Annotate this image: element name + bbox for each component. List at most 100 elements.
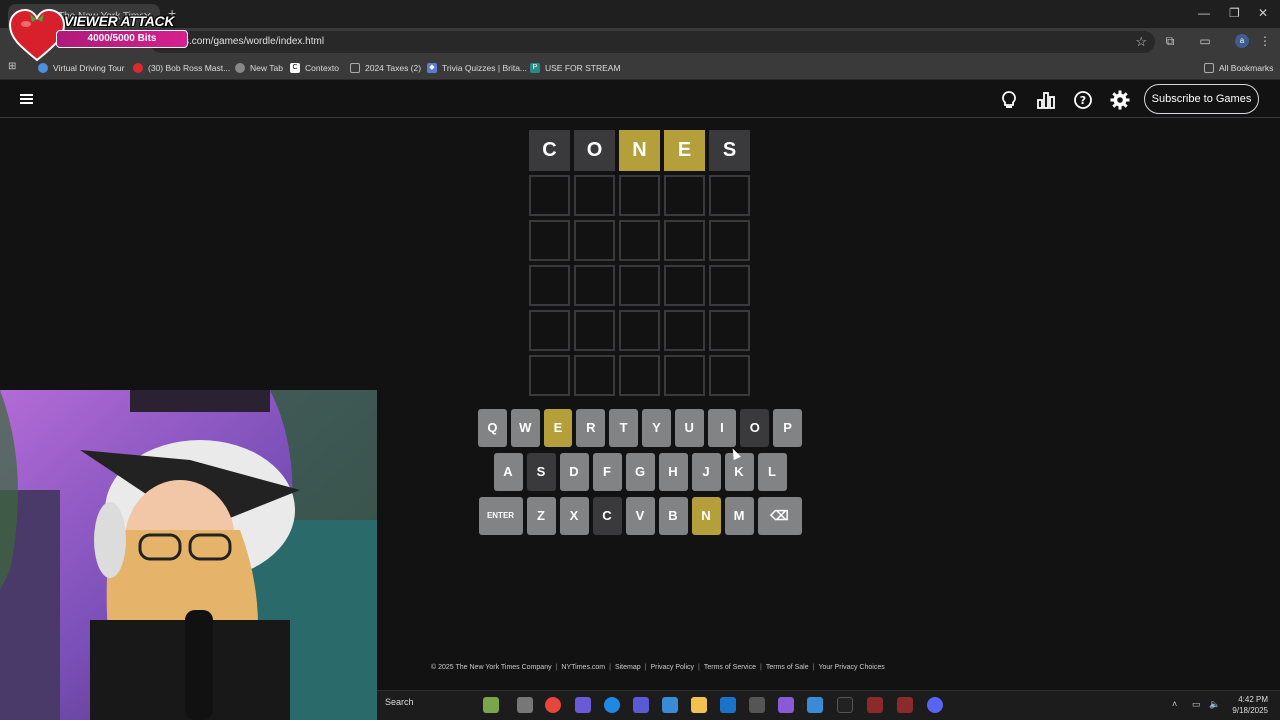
settings-gear-icon[interactable] bbox=[1110, 90, 1130, 110]
taskbar-search[interactable]: Search bbox=[385, 697, 414, 707]
globe-icon bbox=[38, 63, 48, 73]
key-e[interactable]: E bbox=[543, 409, 573, 447]
key-k[interactable]: K bbox=[724, 453, 754, 491]
key-l[interactable]: L bbox=[757, 453, 787, 491]
capcut-icon[interactable] bbox=[837, 697, 853, 713]
key-m[interactable]: M bbox=[724, 497, 754, 535]
board-row bbox=[529, 310, 750, 351]
key-d[interactable]: D bbox=[559, 453, 589, 491]
board-tile bbox=[529, 355, 570, 396]
edge-icon[interactable] bbox=[604, 697, 620, 713]
key-i[interactable]: I bbox=[707, 409, 737, 447]
discord-icon[interactable] bbox=[927, 697, 943, 713]
board-tile bbox=[574, 265, 615, 306]
britannica-icon: ◆ bbox=[427, 63, 437, 73]
tray-chevron-icon[interactable]: ˄ bbox=[1172, 699, 1177, 709]
key-j[interactable]: J bbox=[691, 453, 721, 491]
bookmarks-bar: Virtual Driving Tour (30) Bob Ross Mast.… bbox=[0, 56, 1280, 80]
volume-icon[interactable]: 🔈 bbox=[1209, 699, 1220, 710]
key-g[interactable]: G bbox=[625, 453, 655, 491]
key-p[interactable]: P bbox=[773, 409, 802, 447]
stats-icon[interactable] bbox=[1036, 90, 1056, 110]
bookmark-2[interactable]: (30) Bob Ross Mast... bbox=[133, 60, 230, 76]
key-a[interactable]: A bbox=[493, 453, 523, 491]
file-explorer-icon[interactable] bbox=[691, 697, 707, 713]
footer-link[interactable]: Sitemap bbox=[615, 664, 641, 671]
bookmark-6[interactable]: ◆ Trivia Quizzes | Brita... bbox=[427, 60, 527, 76]
subscribe-button[interactable]: Subscribe to Games bbox=[1144, 84, 1259, 114]
key-w[interactable]: W bbox=[510, 409, 540, 447]
keyboard-row: ENTER Z X C V B N M ⌫ bbox=[478, 497, 802, 535]
key-t[interactable]: T bbox=[609, 409, 638, 447]
close-window-icon[interactable]: ✕ bbox=[1258, 6, 1268, 20]
footer-separator: | bbox=[555, 664, 558, 671]
profile-avatar[interactable]: a bbox=[1235, 34, 1249, 48]
help-icon[interactable]: ? bbox=[1073, 90, 1093, 110]
bookmark-3[interactable]: New Tab bbox=[235, 60, 283, 76]
streaming-app-2-icon[interactable] bbox=[897, 697, 913, 713]
menu-dots-icon[interactable]: ⋮ bbox=[1258, 34, 1272, 48]
photos-icon[interactable] bbox=[662, 697, 678, 713]
enter-key[interactable]: ENTER bbox=[478, 497, 523, 535]
minimize-icon[interactable]: — bbox=[1198, 6, 1210, 20]
footer-link[interactable]: NYTimes.com bbox=[561, 664, 605, 671]
folder-icon bbox=[350, 63, 360, 73]
cast-icon[interactable]: ▭ bbox=[1198, 34, 1212, 48]
backspace-key[interactable]: ⌫ bbox=[757, 497, 802, 535]
task-view-icon[interactable] bbox=[517, 697, 533, 713]
board-tile bbox=[664, 175, 705, 216]
display-icon[interactable]: ▭ bbox=[1192, 699, 1201, 710]
taskbar: Search ˄ ▭ 🔈 4:42 PM 9/18/2025 bbox=[377, 690, 1280, 720]
restore-icon[interactable]: ❐ bbox=[1229, 6, 1240, 20]
board-tile bbox=[619, 265, 660, 306]
key-y[interactable]: Y bbox=[642, 409, 671, 447]
chrome-icon[interactable] bbox=[545, 697, 561, 713]
bookmark-4[interactable]: C Contexto bbox=[290, 60, 339, 76]
bookmark-1[interactable]: Virtual Driving Tour bbox=[38, 60, 125, 76]
copilot-app-icon[interactable] bbox=[778, 697, 794, 713]
key-v[interactable]: V bbox=[625, 497, 655, 535]
board-tile bbox=[619, 175, 660, 216]
key-n[interactable]: N bbox=[691, 497, 721, 535]
key-u[interactable]: U bbox=[674, 409, 704, 447]
key-h[interactable]: H bbox=[658, 453, 688, 491]
address-bar-row: s.com/games/wordle/index.html ☆ ⧉ ▭ ⋮ bbox=[0, 28, 1280, 56]
app-icon[interactable] bbox=[807, 697, 823, 713]
footer-link[interactable]: Terms of Service bbox=[704, 664, 756, 671]
url-field[interactable]: s.com/games/wordle/index.html ☆ bbox=[150, 31, 1155, 53]
bookmark-7[interactable]: P USE FOR STREAM bbox=[530, 60, 621, 76]
all-bookmarks[interactable]: All Bookmarks bbox=[1204, 60, 1273, 76]
apps-grid-icon[interactable]: ⊞ bbox=[8, 61, 19, 72]
key-r[interactable]: R bbox=[576, 409, 606, 447]
key-x[interactable]: X bbox=[559, 497, 589, 535]
key-c[interactable]: C bbox=[592, 497, 622, 535]
key-s[interactable]: S bbox=[526, 453, 556, 491]
extensions-icon[interactable]: ⧉ bbox=[1163, 34, 1177, 48]
key-o[interactable]: O bbox=[740, 409, 770, 447]
footer-link[interactable]: © 2025 The New York Times Company bbox=[431, 664, 552, 671]
chrome-icon bbox=[235, 63, 245, 73]
taskbar-clock[interactable]: 4:42 PM 9/18/2025 bbox=[1232, 694, 1268, 716]
key-z[interactable]: Z bbox=[526, 497, 556, 535]
screen: The New York Times ✕ + — ❐ ✕ s.com/games… bbox=[0, 0, 1280, 720]
hint-lightbulb-icon[interactable] bbox=[999, 90, 1019, 110]
bookmark-5[interactable]: 2024 Taxes (2) bbox=[350, 60, 421, 76]
bookmark-star-icon[interactable]: ☆ bbox=[1135, 31, 1147, 53]
copilot-icon[interactable] bbox=[575, 697, 591, 713]
key-f[interactable]: F bbox=[592, 453, 622, 491]
teams-icon[interactable] bbox=[633, 697, 649, 713]
outlook-icon[interactable] bbox=[720, 697, 736, 713]
footer-link[interactable]: Terms of Sale bbox=[766, 664, 809, 671]
widget-icon[interactable] bbox=[483, 697, 499, 713]
footer-link[interactable]: Your Privacy Choices bbox=[818, 664, 884, 671]
footer-separator: | bbox=[609, 664, 611, 671]
footer-link[interactable]: Privacy Policy bbox=[650, 664, 694, 671]
game-header: ? bbox=[0, 80, 1280, 118]
bookmark-label: New Tab bbox=[250, 63, 283, 73]
streaming-app-icon[interactable] bbox=[867, 697, 883, 713]
key-b[interactable]: B bbox=[658, 497, 688, 535]
key-q[interactable]: Q bbox=[478, 409, 507, 447]
hamburger-menu-icon[interactable] bbox=[20, 94, 33, 104]
store-icon[interactable] bbox=[749, 697, 765, 713]
board-tile bbox=[664, 220, 705, 261]
